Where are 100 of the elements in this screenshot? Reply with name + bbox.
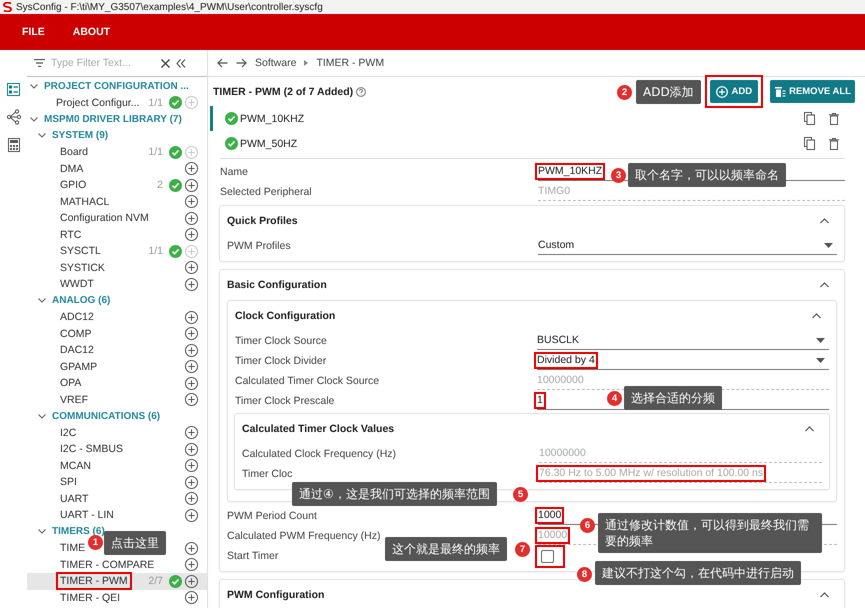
- tree-item[interactable]: I2C: [56, 424, 80, 442]
- add-icon[interactable]: [185, 492, 198, 506]
- close-icon[interactable]: [161, 58, 170, 68]
- add-icon[interactable]: [185, 459, 198, 472]
- tree-group-label[interactable]: ANALOG (6): [52, 295, 110, 306]
- tree-group-label[interactable]: TIMERS (6): [52, 526, 105, 538]
- add-icon[interactable]: [185, 344, 198, 357]
- add-icon[interactable]: [185, 542, 198, 555]
- back-arrow-icon[interactable]: [217, 58, 228, 68]
- tree-item[interactable]: ADC12: [56, 308, 98, 326]
- chevron-icon[interactable]: [812, 313, 821, 319]
- filter-icon[interactable]: [34, 59, 45, 67]
- add-icon[interactable]: [185, 426, 198, 440]
- trash-icon[interactable]: [829, 138, 839, 150]
- tree-item[interactable]: UART: [56, 490, 92, 508]
- add-icon[interactable]: [185, 310, 198, 324]
- config-list-icon[interactable]: [7, 83, 20, 96]
- section-title[interactable]: PWM Configuration: [227, 589, 324, 601]
- tree-group-label[interactable]: COMMUNICATIONS (6): [52, 410, 160, 422]
- tree-item[interactable]: WWDT: [56, 275, 98, 294]
- chevron-icon[interactable]: [30, 116, 38, 122]
- network-icon[interactable]: [6, 109, 22, 125]
- add-icon[interactable]: [185, 212, 198, 225]
- checkbox[interactable]: [541, 550, 554, 562]
- calculator-icon[interactable]: [8, 138, 20, 152]
- section-title[interactable]: Calculated Timer Clock Values: [242, 423, 394, 435]
- tree-item[interactable]: SPI: [56, 473, 81, 492]
- add-icon[interactable]: [185, 558, 198, 572]
- tree-item[interactable]: GPIO: [56, 176, 90, 194]
- tree-group-label[interactable]: PROJECT CONFIGURATION ...: [44, 80, 189, 92]
- chevron-icon[interactable]: [805, 426, 814, 432]
- copy-icon[interactable]: [804, 112, 815, 125]
- add-icon[interactable]: [185, 591, 198, 604]
- tree-item[interactable]: COMP: [56, 324, 96, 343]
- trash-icon[interactable]: [829, 112, 839, 124]
- tree-item[interactable]: SYSTICK: [56, 258, 109, 277]
- section-title[interactable]: Basic Configuration: [227, 279, 327, 291]
- chevron-icon[interactable]: [820, 218, 829, 224]
- chevron-icon[interactable]: [30, 84, 38, 89]
- dropdown[interactable]: Divided by 4: [537, 352, 829, 370]
- add-icon[interactable]: [185, 574, 198, 588]
- menu-item[interactable]: FILE: [22, 26, 45, 38]
- add-icon[interactable]: [185, 195, 198, 208]
- add-button[interactable]: ADD: [710, 80, 758, 103]
- breadcrumb-link[interactable]: Software: [255, 57, 296, 69]
- add-icon[interactable]: [185, 162, 198, 176]
- add-icon[interactable]: [185, 360, 198, 374]
- tree-item[interactable]: UART - LIN: [56, 506, 118, 524]
- tree-item[interactable]: DAC12: [56, 341, 98, 360]
- copy-icon[interactable]: [804, 137, 815, 150]
- tree-item[interactable]: SYSCTL: [56, 242, 105, 260]
- section-title[interactable]: Clock Configuration: [235, 310, 336, 322]
- tree-group-label[interactable]: MSPM0 DRIVER LIBRARY (7): [44, 114, 182, 125]
- tree-item[interactable]: TIMER - QEI: [56, 588, 124, 607]
- chevron-icon[interactable]: [38, 298, 46, 304]
- tree-item[interactable]: TIMER - PWM: [56, 572, 132, 590]
- chevron-icon[interactable]: [820, 282, 829, 288]
- add-icon[interactable]: [185, 178, 198, 192]
- tree-item[interactable]: TIMER - COMPARE: [56, 556, 158, 574]
- tree-item[interactable]: GPAMP: [56, 358, 102, 376]
- chevron-icon[interactable]: [38, 133, 46, 138]
- tree-item[interactable]: Configuration NVM: [56, 209, 153, 228]
- field-label: Start Timer: [227, 550, 278, 562]
- tree-group-label[interactable]: SYSTEM (9): [52, 130, 108, 142]
- add-icon[interactable]: [185, 393, 198, 406]
- collapse-icon[interactable]: [176, 58, 186, 68]
- add-icon[interactable]: [185, 376, 198, 390]
- breadcrumb-link[interactable]: TIMER - PWM: [316, 57, 384, 69]
- dropdown[interactable]: Custom: [538, 237, 837, 255]
- add-icon[interactable]: [185, 508, 198, 522]
- tree-item[interactable]: MCAN: [56, 456, 95, 475]
- filter-field[interactable]: Type Filter Text...: [51, 57, 155, 69]
- add-icon[interactable]: [185, 476, 198, 489]
- add-icon[interactable]: [185, 261, 198, 274]
- section-title[interactable]: Quick Profiles: [227, 215, 298, 227]
- add-icon[interactable]: [185, 228, 198, 242]
- chevron-icon[interactable]: [820, 592, 829, 598]
- add-icon[interactable]: [185, 442, 198, 456]
- tree-item[interactable]: DMA: [56, 160, 88, 178]
- chevron-icon[interactable]: [38, 414, 46, 419]
- step-number-badge: 6: [580, 518, 595, 533]
- menu-item[interactable]: ABOUT: [72, 26, 110, 38]
- tree-item[interactable]: TIME: [56, 539, 90, 558]
- tree-item[interactable]: MATHACL: [56, 192, 114, 211]
- step-number-badge: 8: [577, 567, 592, 582]
- tree-item[interactable]: Project Configur...: [52, 94, 144, 112]
- tree-item[interactable]: RTC: [56, 226, 86, 244]
- instance-row[interactable]: PWM_50HZ: [210, 131, 865, 156]
- forward-arrow-icon[interactable]: [236, 58, 247, 68]
- help-icon[interactable]: [356, 86, 366, 96]
- remove-all-button[interactable]: REMOVE ALL: [770, 80, 855, 103]
- tree-item[interactable]: OPA: [56, 374, 86, 392]
- chevron-icon[interactable]: [38, 529, 46, 534]
- tree-item[interactable]: I2C - SMBUS: [56, 440, 128, 458]
- add-icon[interactable]: [185, 278, 198, 291]
- readonly-value: 10000000: [539, 445, 822, 463]
- add-icon[interactable]: [185, 327, 198, 340]
- dropdown[interactable]: BUSCLK: [537, 332, 829, 350]
- tree-item[interactable]: Board: [56, 143, 92, 162]
- tree-item[interactable]: VREF: [56, 390, 92, 409]
